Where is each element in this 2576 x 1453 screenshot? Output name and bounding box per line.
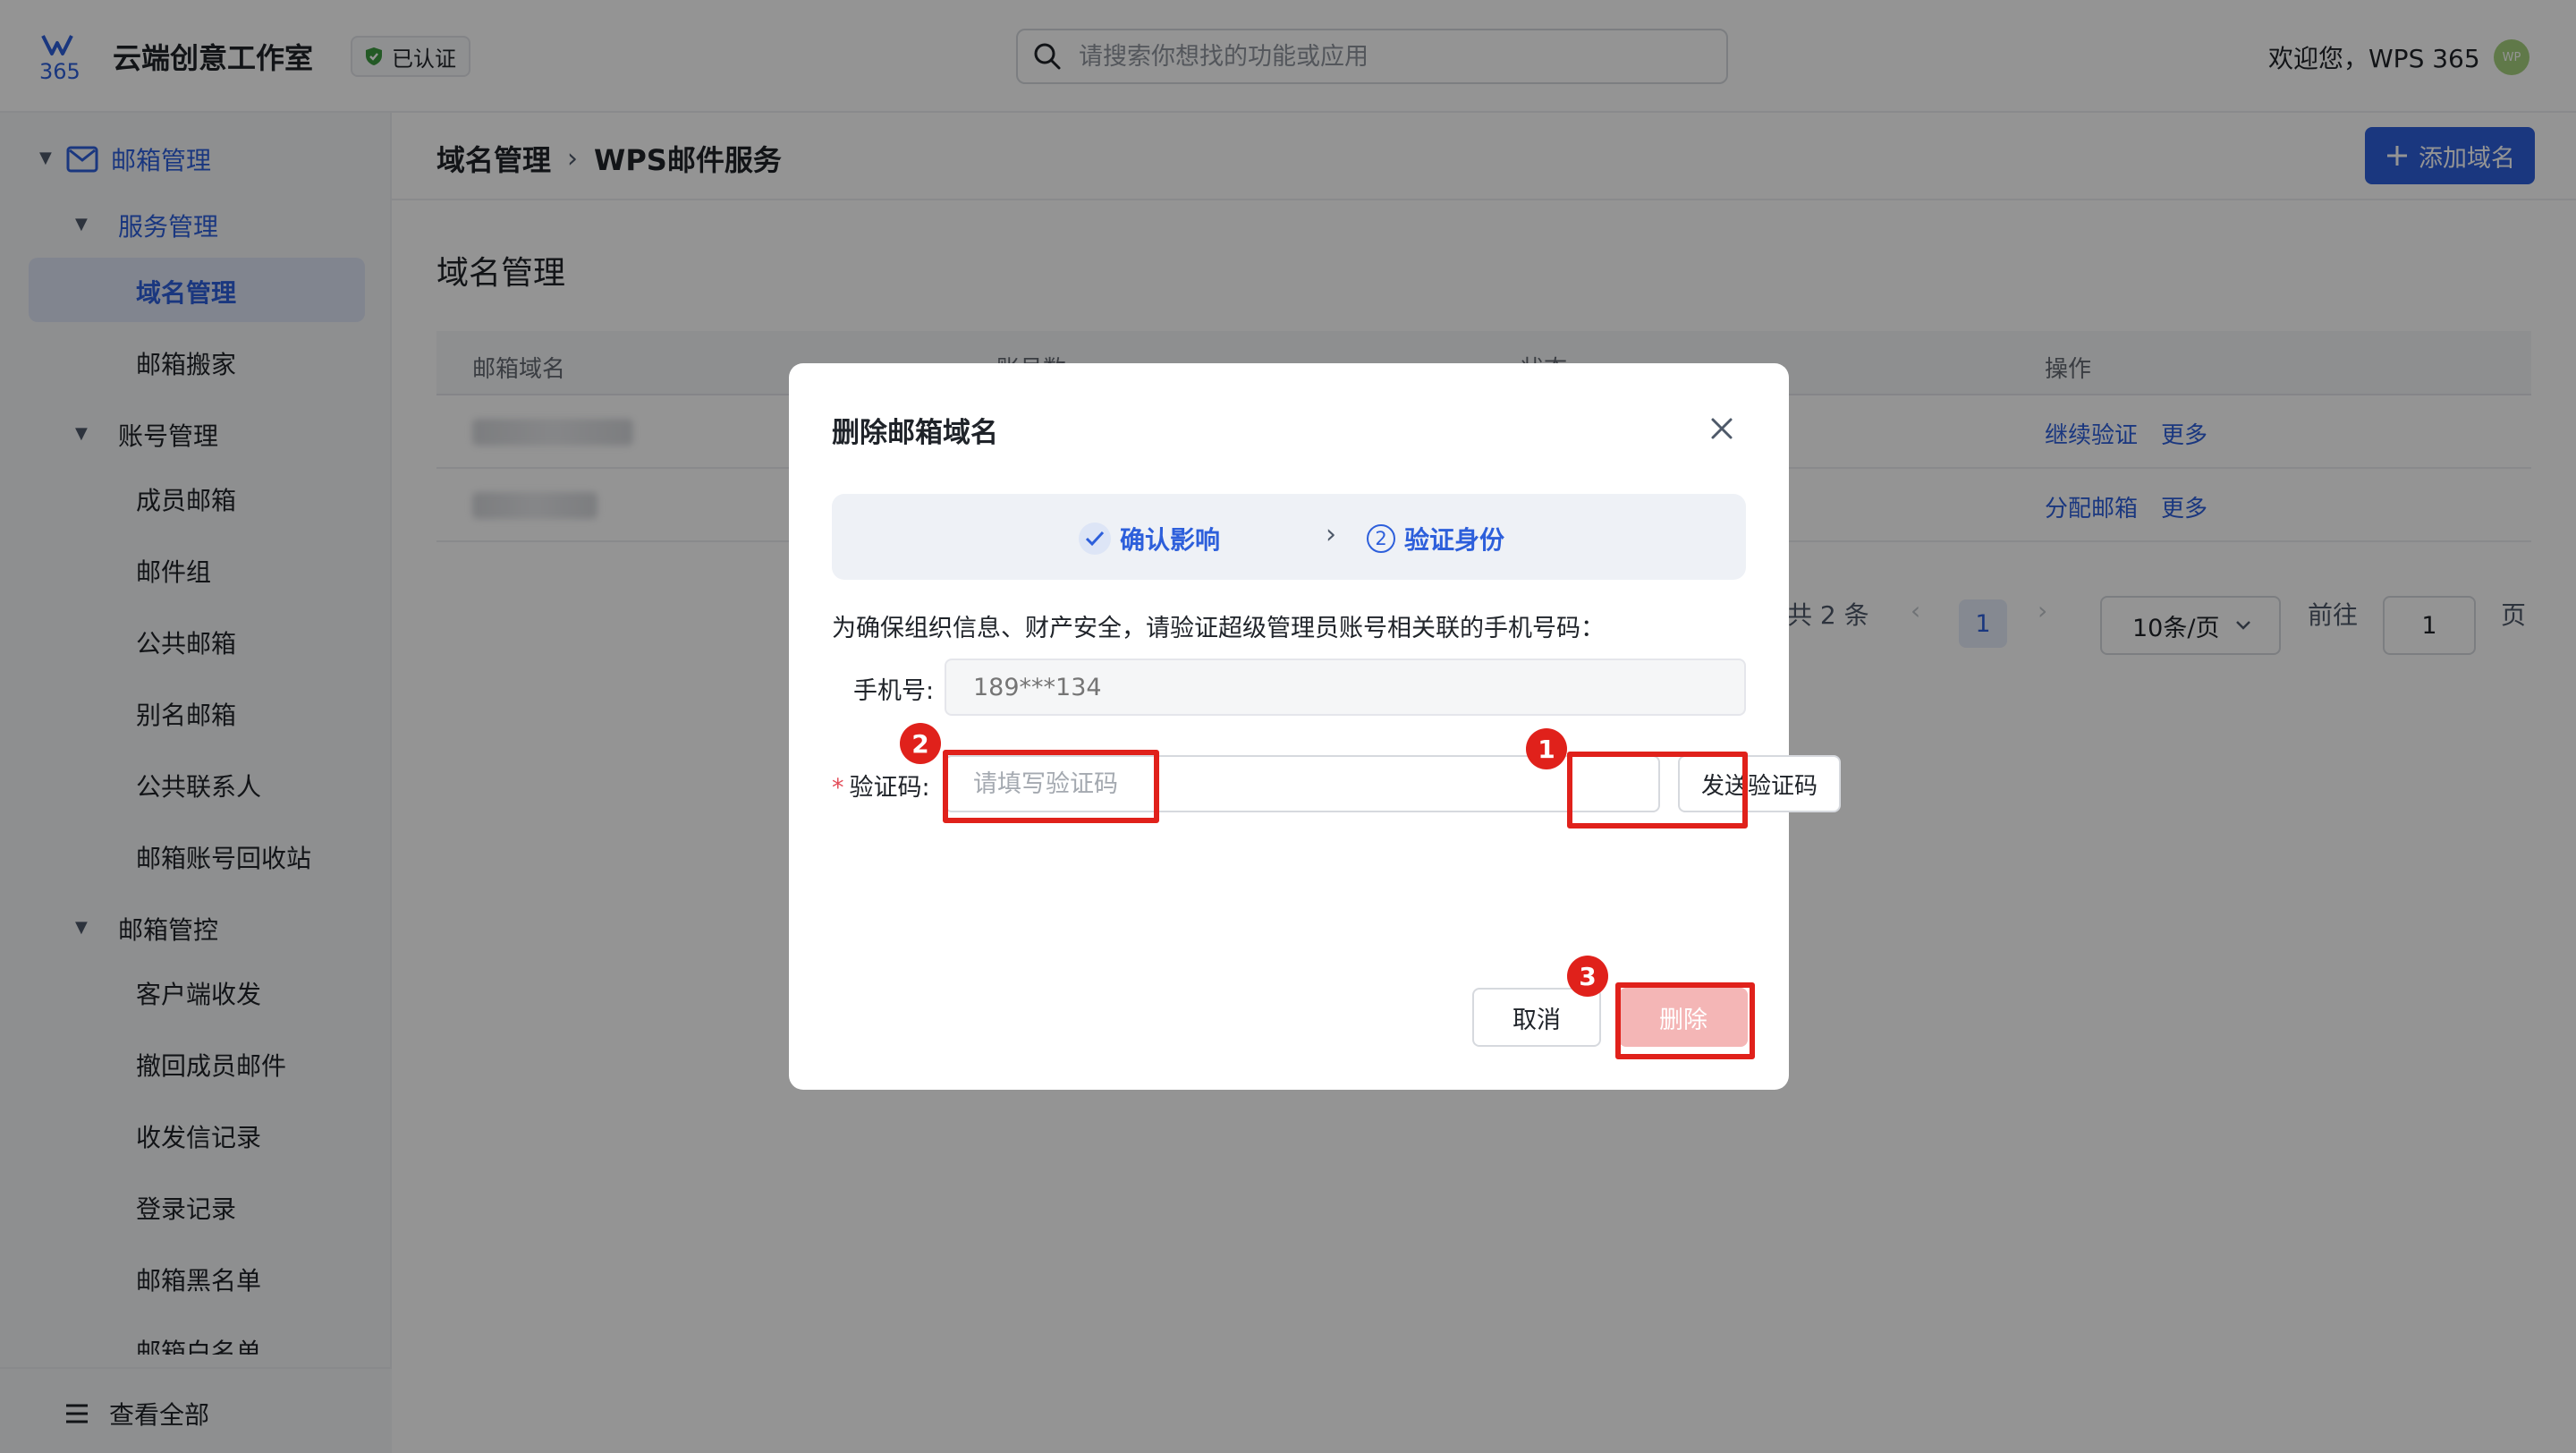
delete-domain-dialog: 删除邮箱域名 确认影响 › 2 验证身份 为确保组织信息、财产安全，请验证超级管… bbox=[789, 363, 1841, 1090]
step-verify-identity: 2 验证身份 bbox=[1367, 521, 1504, 557]
step-badge-3: 3 bbox=[1567, 956, 1608, 997]
step-confirm-impact: 确认影响 bbox=[1079, 521, 1220, 557]
phone-label: 手机号: bbox=[853, 677, 935, 705]
delete-button[interactable]: 删除 bbox=[1619, 988, 1748, 1047]
dialog-title: 删除邮箱域名 bbox=[832, 417, 998, 449]
step-badge-2: 2 bbox=[900, 723, 941, 764]
step-indicator: 确认影响 › 2 验证身份 bbox=[832, 494, 1746, 580]
required-mark: * bbox=[832, 774, 844, 802]
close-icon[interactable] bbox=[1707, 413, 1737, 444]
cancel-button[interactable]: 取消 bbox=[1472, 988, 1601, 1047]
chevron-right-icon: › bbox=[1326, 519, 1336, 550]
code-label-text: 验证码: bbox=[849, 774, 930, 802]
check-icon bbox=[1079, 523, 1111, 555]
phone-field bbox=[945, 659, 1746, 716]
code-label: * 验证码: bbox=[832, 768, 930, 803]
step-2-number: 2 bbox=[1367, 524, 1395, 553]
step-1-label: 确认影响 bbox=[1120, 525, 1221, 555]
verification-description: 为确保组织信息、财产安全，请验证超级管理员账号相关联的手机号码： bbox=[832, 615, 1605, 642]
step-2-label: 验证身份 bbox=[1404, 525, 1505, 555]
send-code-button[interactable]: 发送验证码 bbox=[1678, 755, 1841, 812]
step-badge-1: 1 bbox=[1526, 728, 1567, 769]
